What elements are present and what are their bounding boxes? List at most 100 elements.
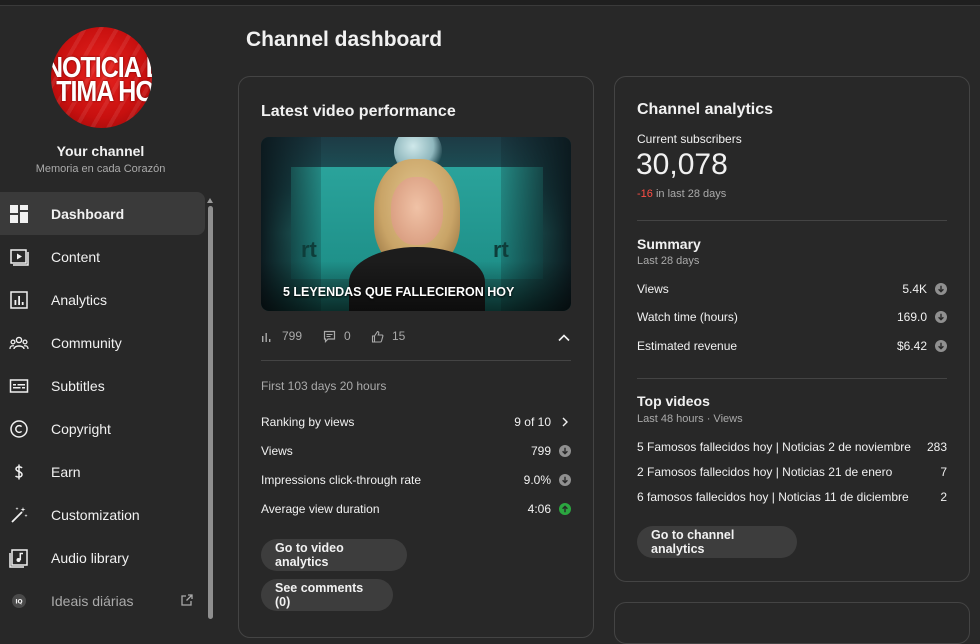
summary-watch-time-row: Watch time (hours) 169.0: [637, 310, 947, 328]
top-video-row[interactable]: 2 Famosos fallecidos hoy | Noticias 21 d…: [637, 465, 947, 483]
channel-avatar[interactable]: NOTICIA DE TIMA HO: [51, 27, 152, 128]
thumbs-up-icon: [371, 330, 384, 343]
thumbnail-title: 5 LEYENDAS QUE FALLECIERON HOY: [283, 285, 515, 299]
chevron-right-icon[interactable]: [559, 416, 571, 428]
arrow-down-icon: [935, 283, 947, 295]
ctr-row: Impressions click-through rate 9.0%: [261, 473, 571, 491]
top-video-title[interactable]: 5 Famosos fallecidos hoy | Noticias 2 de…: [637, 440, 911, 454]
arrow-down-icon: [935, 311, 947, 323]
likes-stat: 15: [371, 329, 405, 343]
subscribers-count: 30,078: [636, 148, 728, 181]
sidebar: NOTICIA DE TIMA HO Your channel Memoria …: [0, 6, 216, 619]
video-thumbnail[interactable]: rt rt 5 LEYENDAS QUE FALLECIERON HOY: [261, 137, 571, 311]
summary-views-value: 5.4K: [902, 282, 927, 296]
sidebar-item-label: Community: [51, 334, 122, 351]
subtitles-icon: [9, 379, 29, 393]
sidebar-item-dashboard[interactable]: Dashboard: [0, 192, 205, 235]
sidebar-item-label: Analytics: [51, 291, 108, 308]
magic-wand-icon: [11, 507, 28, 523]
top-videos-title: Top videos: [637, 393, 710, 409]
thumbnail-rt-logo-right: rt: [493, 237, 509, 262]
sidebar-item-label: Earn: [51, 463, 81, 480]
top-video-title[interactable]: 6 famosos fallecidos hoy | Noticias 11 d…: [637, 490, 909, 504]
summary-watch-time-label: Watch time (hours): [637, 310, 738, 324]
comments-stat: 0: [323, 329, 351, 343]
divider: [637, 220, 947, 221]
sidebar-item-earn[interactable]: Earn: [0, 450, 205, 493]
scrollbar-thumb[interactable]: [208, 206, 213, 619]
sidebar-item-label: Audio library: [51, 549, 129, 566]
ranking-value: 9 of 10: [514, 415, 551, 429]
channel-name[interactable]: Your channel: [0, 143, 201, 159]
sidebar-scrollbar[interactable]: [207, 198, 214, 619]
sidebar-item-label: Content: [51, 248, 101, 265]
dashboard-icon: [10, 205, 28, 223]
avd-row: Average view duration 4:06: [261, 502, 571, 520]
svg-text:IQ: IQ: [15, 599, 22, 606]
comment-icon: [323, 330, 336, 343]
top-video-views: 2: [940, 490, 947, 504]
sidebar-item-copyright[interactable]: Copyright: [0, 407, 205, 450]
sidebar-item-label: Subtitles: [51, 377, 105, 394]
top-video-views: 7: [940, 465, 947, 479]
subscribers-label: Current subscribers: [637, 132, 742, 146]
views-label: Views: [261, 444, 293, 458]
summary-period: Last 28 days: [637, 255, 700, 267]
arrow-down-icon: [559, 474, 571, 486]
avd-value: 4:06: [527, 502, 551, 516]
arrow-down-icon: [935, 340, 947, 352]
community-icon: [9, 336, 29, 350]
sidebar-item-audio-library[interactable]: Audio library: [0, 536, 205, 579]
copyright-icon: [10, 420, 28, 438]
views-stat: 799: [261, 329, 302, 343]
subscribers-delta: -16 in last 28 days: [637, 188, 726, 200]
summary-revenue-label: Estimated revenue: [637, 339, 738, 353]
summary-title: Summary: [637, 236, 701, 252]
top-videos-period: Last 48 hours · Views: [637, 413, 743, 425]
views-bars-icon: [262, 332, 271, 342]
sidebar-item-customization[interactable]: Customization: [0, 493, 205, 536]
sidebar-item-content[interactable]: Content: [0, 235, 205, 278]
latest-video-card: Latest video performance rt rt 5 LEYENDA…: [238, 76, 594, 638]
sidebar-nav: Dashboard Content Analytics Community Su…: [0, 192, 205, 622]
video-period: First 103 days 20 hours: [261, 379, 387, 393]
likes-count: 15: [392, 329, 406, 343]
audio-library-icon: [9, 549, 28, 568]
summary-views-row: Views 5.4K: [637, 282, 947, 300]
go-to-video-analytics-button[interactable]: Go to video analytics: [261, 539, 407, 571]
sidebar-item-analytics[interactable]: Analytics: [0, 278, 205, 321]
summary-views-label: Views: [637, 282, 669, 296]
go-to-channel-analytics-button[interactable]: Go to channel analytics: [637, 526, 797, 558]
divider: [261, 360, 571, 361]
ranking-label: Ranking by views: [261, 415, 355, 429]
scroll-up-arrow-icon[interactable]: [207, 198, 213, 203]
sidebar-item-subtitles[interactable]: Subtitles: [0, 364, 205, 407]
sidebar-item-community[interactable]: Community: [0, 321, 205, 364]
page-title: Channel dashboard: [246, 28, 443, 51]
channel-subtitle: Memoria en cada Corazón: [35, 163, 166, 175]
next-card-partial: [614, 602, 970, 644]
avatar-logo-text-bottom: TIMA HO: [56, 75, 152, 109]
comments-count: 0: [344, 329, 351, 343]
avd-label: Average view duration: [261, 502, 380, 516]
top-video-row[interactable]: 5 Famosos fallecidos hoy | Noticias 2 de…: [637, 440, 947, 458]
sidebar-item-ideas[interactable]: IQ Ideais diárias: [0, 579, 205, 622]
arrow-up-icon: [559, 503, 571, 515]
ctr-value: 9.0%: [523, 473, 551, 487]
summary-watch-time-value: 169.0: [896, 310, 927, 324]
dollar-icon: [14, 464, 23, 480]
arrow-down-icon: [559, 445, 571, 457]
top-video-title[interactable]: 2 Famosos fallecidos hoy | Noticias 21 d…: [637, 465, 892, 479]
see-comments-button[interactable]: See comments (0): [261, 579, 393, 611]
subscribers-delta-value: -16: [637, 188, 653, 200]
divider: [637, 378, 947, 379]
content-icon: [10, 249, 29, 266]
collapse-chevron-up-icon[interactable]: [557, 331, 571, 345]
sidebar-item-label: Customization: [51, 506, 140, 523]
top-video-row[interactable]: 6 famosos fallecidos hoy | Noticias 11 d…: [637, 490, 947, 508]
views-count: 799: [282, 329, 303, 343]
subscribers-delta-suffix: in last 28 days: [655, 188, 727, 200]
ranking-row[interactable]: Ranking by views 9 of 10: [261, 415, 571, 433]
video-stats: 799 0 15: [261, 329, 571, 349]
thumbnail-rt-logo-left: rt: [301, 237, 317, 262]
